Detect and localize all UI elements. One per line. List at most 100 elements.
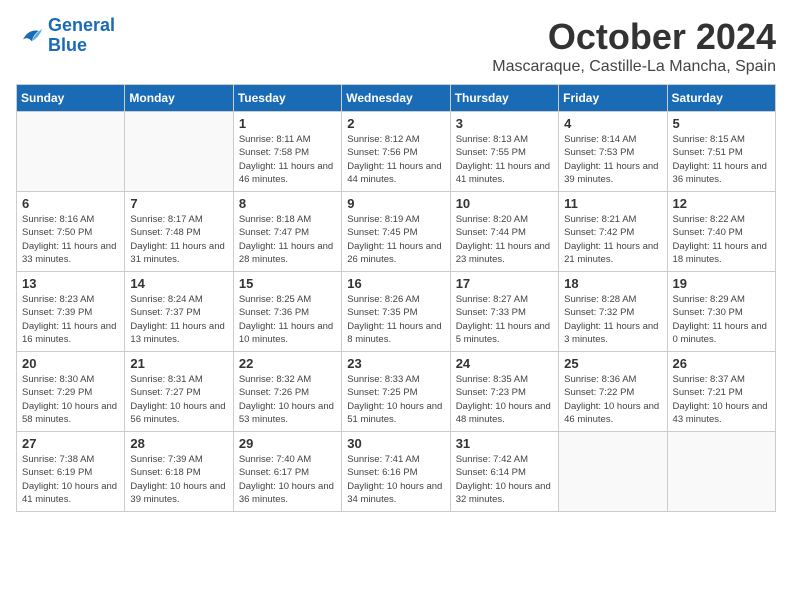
- month-title: October 2024: [492, 16, 776, 58]
- day-number: 24: [456, 356, 553, 371]
- day-info: Sunrise: 8:12 AM Sunset: 7:56 PM Dayligh…: [347, 133, 444, 186]
- weekday-header: Tuesday: [233, 85, 341, 112]
- calendar-week-row: 13 Sunrise: 8:23 AM Sunset: 7:39 PM Dayli…: [17, 272, 776, 352]
- calendar-cell: 25Sunrise: 8:36 AM Sunset: 7:22 PM Dayli…: [559, 352, 667, 432]
- calendar-cell: 6Sunrise: 8:16 AM Sunset: 7:50 PM Daylig…: [17, 192, 125, 272]
- calendar-cell: 14Sunrise: 8:24 AM Sunset: 7:37 PM Dayli…: [125, 272, 233, 352]
- day-number: 23: [347, 356, 444, 371]
- day-number: 12: [673, 196, 770, 211]
- logo-text: General Blue: [48, 16, 115, 56]
- page-header: General Blue October 2024 Mascaraque, Ca…: [16, 16, 776, 76]
- day-number: 4: [564, 116, 661, 131]
- day-info: Sunrise: 8:18 AM Sunset: 7:47 PM Dayligh…: [239, 213, 336, 266]
- calendar-cell: [667, 432, 775, 512]
- day-number: 9: [347, 196, 444, 211]
- day-number: 27: [22, 436, 119, 451]
- day-info: Sunrise: 8:17 AM Sunset: 7:48 PM Dayligh…: [130, 213, 227, 266]
- calendar-week-row: 20 Sunrise: 8:30 AM Sunset: 7:29 PM Dayli…: [17, 352, 776, 432]
- day-info: Sunrise: 8:26 AM Sunset: 7:35 PM Dayligh…: [347, 293, 444, 346]
- day-number: 8: [239, 196, 336, 211]
- day-info: Sunrise: 8:29 AM Sunset: 7:30 PM Dayligh…: [673, 293, 770, 346]
- day-info: Sunrise: 8:21 AM Sunset: 7:42 PM Dayligh…: [564, 213, 661, 266]
- day-info: Sunrise: 8:28 AM Sunset: 7:32 PM Dayligh…: [564, 293, 661, 346]
- calendar-cell: 5 Sunrise: 8:15 AM Sunset: 7:51 PM Daylig…: [667, 112, 775, 192]
- logo-line1: General: [48, 15, 115, 35]
- day-number: 11: [564, 196, 661, 211]
- calendar-cell: 17 Sunrise: 8:27 AM Sunset: 7:33 PM Dayli…: [450, 272, 558, 352]
- weekday-header: Thursday: [450, 85, 558, 112]
- day-number: 21: [130, 356, 227, 371]
- calendar-cell: 20 Sunrise: 8:30 AM Sunset: 7:29 PM Dayli…: [17, 352, 125, 432]
- location-title: Mascaraque, Castille-La Mancha, Spain: [492, 58, 776, 76]
- day-info: Sunrise: 7:39 AM Sunset: 6:18 PM Dayligh…: [130, 453, 227, 506]
- day-info: Sunrise: 8:16 AM Sunset: 7:50 PM Dayligh…: [22, 213, 119, 266]
- day-number: 16: [347, 276, 444, 291]
- calendar-cell: 23 Sunrise: 8:33 AM Sunset: 7:25 PM Dayli…: [342, 352, 450, 432]
- calendar-cell: 28 Sunrise: 7:39 AM Sunset: 6:18 PM Dayli…: [125, 432, 233, 512]
- calendar-cell: 1 Sunrise: 8:11 AM Sunset: 7:58 PM Daylig…: [233, 112, 341, 192]
- day-info: Sunrise: 8:37 AM Sunset: 7:21 PM Dayligh…: [673, 373, 770, 426]
- day-number: 20: [22, 356, 119, 371]
- calendar-cell: 24Sunrise: 8:35 AM Sunset: 7:23 PM Dayli…: [450, 352, 558, 432]
- calendar-cell: [17, 112, 125, 192]
- day-number: 7: [130, 196, 227, 211]
- calendar-cell: 11 Sunrise: 8:21 AM Sunset: 7:42 PM Dayli…: [559, 192, 667, 272]
- weekday-header: Saturday: [667, 85, 775, 112]
- day-number: 18: [564, 276, 661, 291]
- day-info: Sunrise: 8:23 AM Sunset: 7:39 PM Dayligh…: [22, 293, 119, 346]
- weekday-header: Sunday: [17, 85, 125, 112]
- calendar-cell: 10 Sunrise: 8:20 AM Sunset: 7:44 PM Dayli…: [450, 192, 558, 272]
- day-info: Sunrise: 7:38 AM Sunset: 6:19 PM Dayligh…: [22, 453, 119, 506]
- calendar-cell: 19 Sunrise: 8:29 AM Sunset: 7:30 PM Dayli…: [667, 272, 775, 352]
- day-info: Sunrise: 8:11 AM Sunset: 7:58 PM Dayligh…: [239, 133, 336, 186]
- day-number: 14: [130, 276, 227, 291]
- day-number: 30: [347, 436, 444, 451]
- title-block: October 2024 Mascaraque, Castille-La Man…: [492, 16, 776, 76]
- day-info: Sunrise: 8:30 AM Sunset: 7:29 PM Dayligh…: [22, 373, 119, 426]
- day-info: Sunrise: 7:42 AM Sunset: 6:14 PM Dayligh…: [456, 453, 553, 506]
- day-number: 31: [456, 436, 553, 451]
- day-number: 5: [673, 116, 770, 131]
- calendar-cell: 12Sunrise: 8:22 AM Sunset: 7:40 PM Dayli…: [667, 192, 775, 272]
- weekday-header: Friday: [559, 85, 667, 112]
- weekday-header: Wednesday: [342, 85, 450, 112]
- calendar-cell: 7 Sunrise: 8:17 AM Sunset: 7:48 PM Daylig…: [125, 192, 233, 272]
- calendar-cell: 21Sunrise: 8:31 AM Sunset: 7:27 PM Dayli…: [125, 352, 233, 432]
- calendar-cell: 31 Sunrise: 7:42 AM Sunset: 6:14 PM Dayli…: [450, 432, 558, 512]
- day-number: 28: [130, 436, 227, 451]
- day-info: Sunrise: 7:41 AM Sunset: 6:16 PM Dayligh…: [347, 453, 444, 506]
- calendar-cell: 4 Sunrise: 8:14 AM Sunset: 7:53 PM Daylig…: [559, 112, 667, 192]
- day-info: Sunrise: 8:33 AM Sunset: 7:25 PM Dayligh…: [347, 373, 444, 426]
- day-info: Sunrise: 8:32 AM Sunset: 7:26 PM Dayligh…: [239, 373, 336, 426]
- day-info: Sunrise: 8:14 AM Sunset: 7:53 PM Dayligh…: [564, 133, 661, 186]
- day-info: Sunrise: 8:25 AM Sunset: 7:36 PM Dayligh…: [239, 293, 336, 346]
- calendar-cell: 13 Sunrise: 8:23 AM Sunset: 7:39 PM Dayli…: [17, 272, 125, 352]
- calendar-table: SundayMondayTuesdayWednesdayThursdayFrid…: [16, 84, 776, 512]
- calendar-cell: 22 Sunrise: 8:32 AM Sunset: 7:26 PM Dayli…: [233, 352, 341, 432]
- day-number: 3: [456, 116, 553, 131]
- day-number: 22: [239, 356, 336, 371]
- day-number: 17: [456, 276, 553, 291]
- day-info: Sunrise: 8:15 AM Sunset: 7:51 PM Dayligh…: [673, 133, 770, 186]
- calendar-cell: 26 Sunrise: 8:37 AM Sunset: 7:21 PM Dayli…: [667, 352, 775, 432]
- calendar-week-row: 1 Sunrise: 8:11 AM Sunset: 7:58 PM Daylig…: [17, 112, 776, 192]
- calendar-cell: [559, 432, 667, 512]
- day-info: Sunrise: 8:36 AM Sunset: 7:22 PM Dayligh…: [564, 373, 661, 426]
- day-number: 19: [673, 276, 770, 291]
- calendar-cell: 3 Sunrise: 8:13 AM Sunset: 7:55 PM Daylig…: [450, 112, 558, 192]
- calendar-cell: 27 Sunrise: 7:38 AM Sunset: 6:19 PM Dayli…: [17, 432, 125, 512]
- day-number: 2: [347, 116, 444, 131]
- calendar-cell: 29Sunrise: 7:40 AM Sunset: 6:17 PM Dayli…: [233, 432, 341, 512]
- day-number: 26: [673, 356, 770, 371]
- day-info: Sunrise: 8:20 AM Sunset: 7:44 PM Dayligh…: [456, 213, 553, 266]
- calendar-cell: 16 Sunrise: 8:26 AM Sunset: 7:35 PM Dayli…: [342, 272, 450, 352]
- logo-icon: [16, 22, 44, 50]
- calendar-cell: [125, 112, 233, 192]
- calendar-week-row: 6Sunrise: 8:16 AM Sunset: 7:50 PM Daylig…: [17, 192, 776, 272]
- day-number: 10: [456, 196, 553, 211]
- day-info: Sunrise: 8:27 AM Sunset: 7:33 PM Dayligh…: [456, 293, 553, 346]
- weekday-header-row: SundayMondayTuesdayWednesdayThursdayFrid…: [17, 85, 776, 112]
- day-number: 1: [239, 116, 336, 131]
- day-number: 13: [22, 276, 119, 291]
- day-info: Sunrise: 8:13 AM Sunset: 7:55 PM Dayligh…: [456, 133, 553, 186]
